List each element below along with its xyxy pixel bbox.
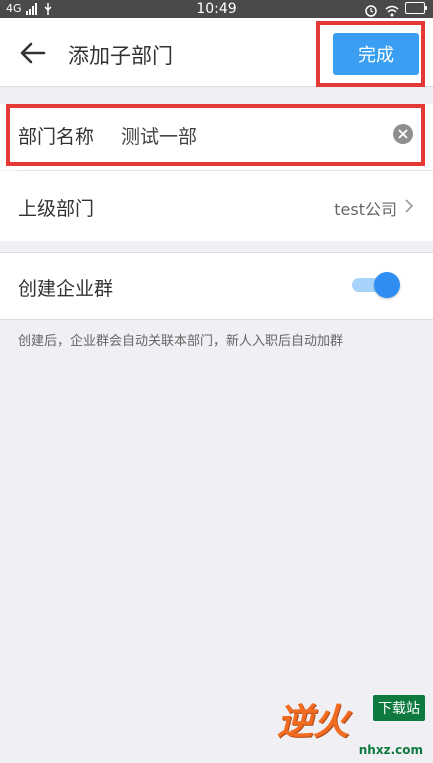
back-button[interactable] [18, 38, 48, 68]
create-group-note: 创建后，企业群会自动关联本部门，新人入职后自动加群 [18, 334, 344, 349]
status-right [365, 2, 427, 17]
department-name-highlight-box [6, 104, 425, 166]
watermark-logo: 逆火 下载站 nhxz.com [277, 687, 427, 757]
wifi-icon [385, 2, 399, 17]
watermark-brand: 逆火 [277, 702, 350, 743]
page-title: 添加子部门 [68, 44, 173, 68]
watermark-badge: 下载站 [373, 695, 425, 721]
battery-icon [405, 2, 427, 14]
chevron-right-icon [405, 199, 414, 213]
parent-department-value: test公司 [334, 200, 397, 219]
done-button[interactable]: 完成 [333, 33, 419, 75]
arrow-left-icon [20, 42, 46, 64]
create-group-label: 创建企业群 [18, 278, 114, 300]
alarm-icon [365, 2, 377, 17]
status-bar: 4G 10:49 [0, 0, 433, 18]
create-group-toggle[interactable] [352, 270, 400, 300]
watermark-domain: nhxz.com [358, 743, 423, 757]
toggle-knob [374, 272, 400, 298]
parent-department-label: 上级部门 [18, 198, 95, 220]
